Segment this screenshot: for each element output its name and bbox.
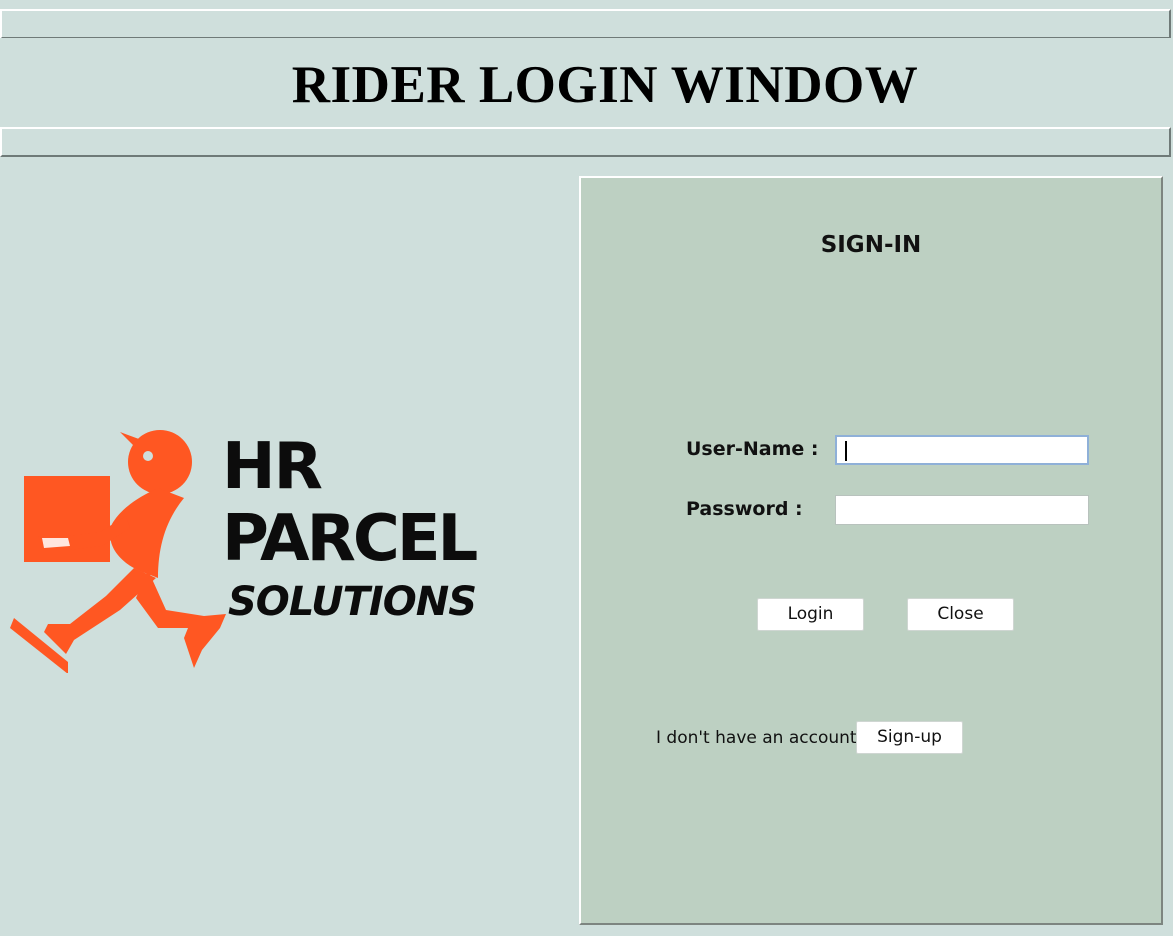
logo-text-solutions: SOLUTIONS bbox=[228, 579, 477, 625]
signin-heading: SIGN-IN bbox=[820, 232, 922, 258]
username-label: User-Name : bbox=[686, 438, 819, 460]
login-button[interactable]: Login bbox=[757, 598, 864, 631]
username-input[interactable] bbox=[835, 435, 1089, 465]
logo-text-hr: HR bbox=[222, 430, 323, 504]
header-top-bar bbox=[0, 9, 1171, 39]
company-logo: HR PARCEL SOLUTIONS bbox=[8, 428, 488, 673]
courier-running-with-box-icon bbox=[10, 430, 226, 673]
window-title: RIDER LOGIN WINDOW bbox=[291, 56, 919, 114]
signup-button[interactable]: Sign-up bbox=[856, 721, 963, 754]
header-bottom-bar bbox=[0, 127, 1171, 157]
logo-text-parcel: PARCEL bbox=[222, 502, 478, 576]
password-input[interactable] bbox=[835, 495, 1089, 525]
signin-panel: SIGN-IN User-Name : Password : Login Clo… bbox=[579, 176, 1163, 925]
text-caret bbox=[845, 441, 847, 461]
no-account-text: I don't have an account bbox=[656, 728, 857, 748]
password-label: Password : bbox=[686, 498, 803, 520]
close-button[interactable]: Close bbox=[907, 598, 1014, 631]
